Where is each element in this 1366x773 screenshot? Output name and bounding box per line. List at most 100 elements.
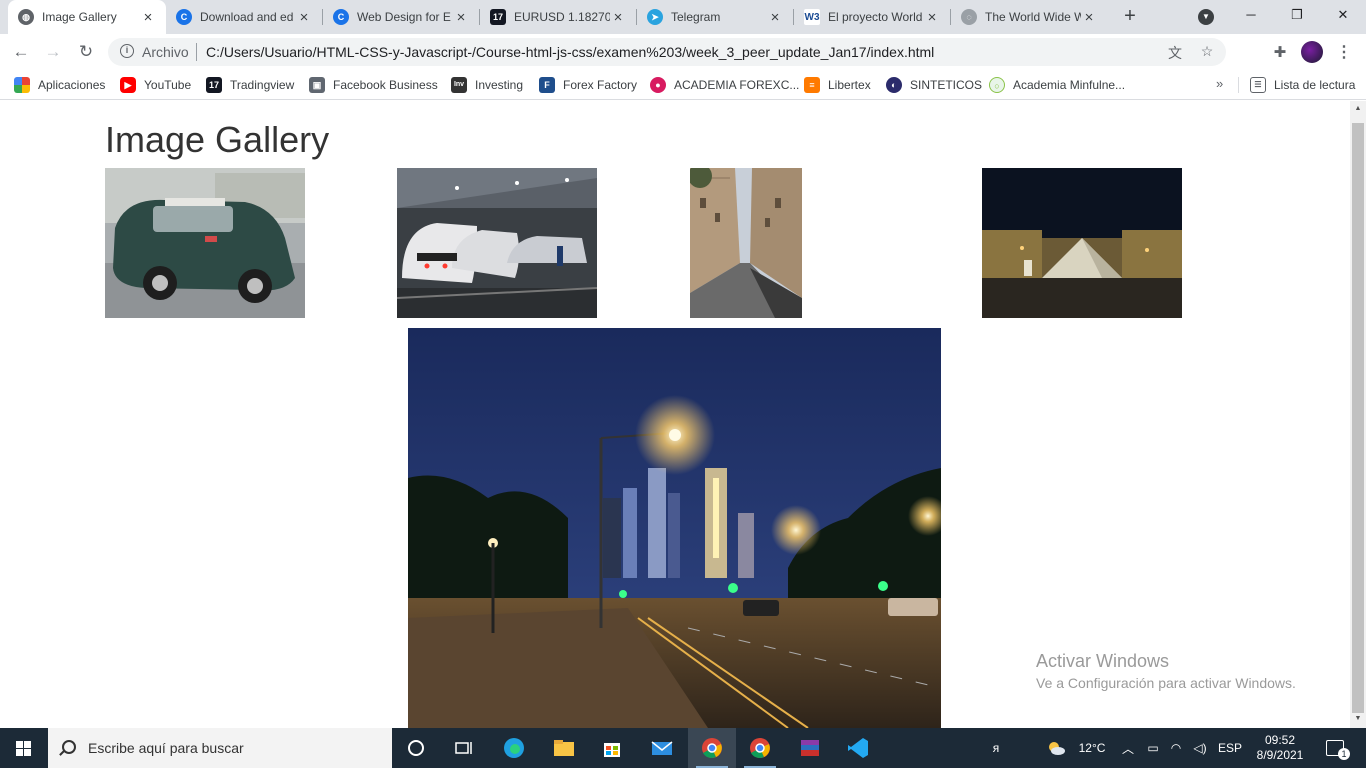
info-icon[interactable]: i [120,44,134,58]
car-photo [105,168,305,318]
globe-icon: ◍ [18,9,34,25]
taskbar-file-explorer[interactable] [540,728,588,768]
tab-search-icon[interactable]: ▼ [1198,9,1214,25]
mail-icon [651,741,673,755]
taskbar-mail[interactable] [638,728,686,768]
back-arrow-icon[interactable]: ← [9,40,33,64]
scroll-down-arrow-icon[interactable]: ▼ [1354,715,1362,723]
taskbar-chrome-profile-2[interactable] [736,728,784,768]
notification-count-badge: 1 [1338,748,1350,760]
taskbar-chrome[interactable] [688,728,736,768]
tab-eurusd[interactable]: 17 EURUSD 1.18270 × [480,0,636,34]
reading-list-button[interactable]: ☰ Lista de lectura [1250,76,1355,94]
store-icon [604,743,620,757]
notifications-button[interactable]: 1 [1320,728,1350,768]
wifi-icon[interactable]: ◠ [1166,728,1186,768]
tab-telegram[interactable]: ➤ Telegram × [637,0,793,34]
tab-web-design[interactable]: C Web Design for E × [323,0,479,34]
new-tab-button[interactable]: + [1119,5,1141,27]
clock-date: 8/9/2021 [1256,748,1304,762]
start-button[interactable] [0,728,48,768]
close-icon[interactable]: × [924,9,940,26]
weather-temperature[interactable]: 12°C [1072,728,1112,768]
translate-icon[interactable]: 文 [1166,43,1184,61]
close-icon[interactable]: × [140,9,156,26]
city-night-photo [408,328,941,728]
page-title: Image Gallery [105,119,330,160]
taskbar-edge[interactable] [490,728,538,768]
bookmark-investing[interactable]: Inv Investing [451,76,523,94]
bookmark-forex-factory[interactable]: F Forex Factory [539,76,637,94]
vertical-scrollbar[interactable]: ▲ ▼ [1350,101,1366,728]
tradingview-icon: 17 [206,77,222,93]
windows-activation-watermark: Activar Windows Ve a Configuración para … [1036,651,1296,691]
taskbar-winrar[interactable] [786,728,834,768]
language-indicator[interactable]: ESP [1216,728,1244,768]
star-icon[interactable]: ☆ [1198,43,1216,61]
restore-button[interactable]: ❐ [1274,0,1320,30]
close-icon[interactable]: × [610,9,626,26]
taskbar-search-box[interactable]: Escribe aquí para buscar [48,728,392,768]
taskbar-store[interactable] [588,728,636,768]
tab-proyecto-world[interactable]: W3 El proyecto World × [794,0,950,34]
close-icon[interactable]: × [296,9,312,26]
bookmark-label: Investing [475,78,524,92]
close-icon[interactable]: × [1081,9,1097,26]
search-icon [62,740,76,754]
cortana-button[interactable] [392,728,440,768]
bookmark-label: Aplicaciones [38,78,106,92]
reading-list-icon: ☰ [1250,77,1266,93]
bookmark-sinteticos[interactable]: ◐ SINTETICOS [886,76,982,94]
louvre-photo-image [982,168,1182,318]
avatar[interactable] [1301,41,1323,63]
youtube-icon: ▶ [120,77,136,93]
address-url[interactable]: C:/Users/Usuario/HTML-CSS-y-Javascript-/… [206,44,934,60]
reload-icon[interactable]: ↻ [74,40,98,64]
bookmark-libertex[interactable]: ≡ Libertex [804,76,871,94]
bookmark-facebook-business[interactable]: ▣ Facebook Business [309,76,438,94]
bookmark-youtube[interactable]: ▶ YouTube [120,76,191,94]
bookmark-academia-mindfulness[interactable]: ○ Academia Minfulne... [989,76,1125,94]
minimize-button[interactable]: ─ [1228,0,1274,30]
tab-world-wide-web[interactable]: ◌ The World Wide W × [951,0,1107,34]
windows-logo-icon [16,741,31,756]
bookmark-label: Academia Minfulne... [1013,78,1126,92]
taskbar-vscode[interactable] [834,728,882,768]
www-icon: ◌ [961,9,977,25]
people-icon[interactable]: ᴙ [982,728,1010,768]
bookmark-tradingview[interactable]: 17 Tradingview [206,76,294,94]
tab-image-gallery[interactable]: ◍ Image Gallery × [8,0,166,34]
tab-download[interactable]: C Download and ed × [166,0,322,34]
bookmarks-bar: Aplicaciones ▶ YouTube 17 Tradingview ▣ … [0,70,1366,100]
watermark-title: Activar Windows [1036,651,1170,671]
task-view-button[interactable] [440,728,488,768]
chrome-icon [702,738,722,758]
close-icon[interactable]: × [453,9,469,26]
train-photo [397,168,597,318]
sinteticos-icon: ◐ [886,77,902,93]
close-window-button[interactable]: ✕ [1320,0,1366,30]
bookmark-label: Libertex [828,78,871,92]
bookmark-academia-forex[interactable]: ● ACADEMIA FOREXC... [650,76,799,94]
bookmarks-overflow-button[interactable]: » [1216,76,1223,91]
volume-icon[interactable]: ◁) [1190,728,1210,768]
tab-title: El proyecto World [828,10,923,24]
chevron-up-icon[interactable]: ︿ [1120,728,1136,768]
close-icon[interactable]: × [767,9,783,26]
bookmark-label: SINTETICOS [910,78,983,92]
meet-now-icon[interactable]: ▭ [1144,728,1162,768]
clock[interactable]: 09:52 8/9/2021 [1248,728,1312,768]
scrollbar-thumb[interactable] [1352,123,1364,713]
train-photo-image [397,168,597,318]
address-bar[interactable]: i Archivo C:/Users/Usuario/HTML-CSS-y-Ja… [108,38,1226,66]
kebab-menu-icon[interactable]: ⋮ [1336,42,1352,62]
forward-arrow-icon[interactable]: → [41,40,65,64]
extensions-icon[interactable]: ✚ [1270,43,1290,63]
scroll-up-arrow-icon[interactable]: ▲ [1354,105,1362,113]
telegram-icon: ➤ [647,9,663,25]
taskbar-search-placeholder: Escribe aquí para buscar [88,740,244,756]
street-photo [690,168,802,318]
weather-icon[interactable] [1040,728,1072,768]
mindfulness-icon: ○ [989,77,1005,93]
bookmark-aplicaciones[interactable]: Aplicaciones [14,76,105,94]
